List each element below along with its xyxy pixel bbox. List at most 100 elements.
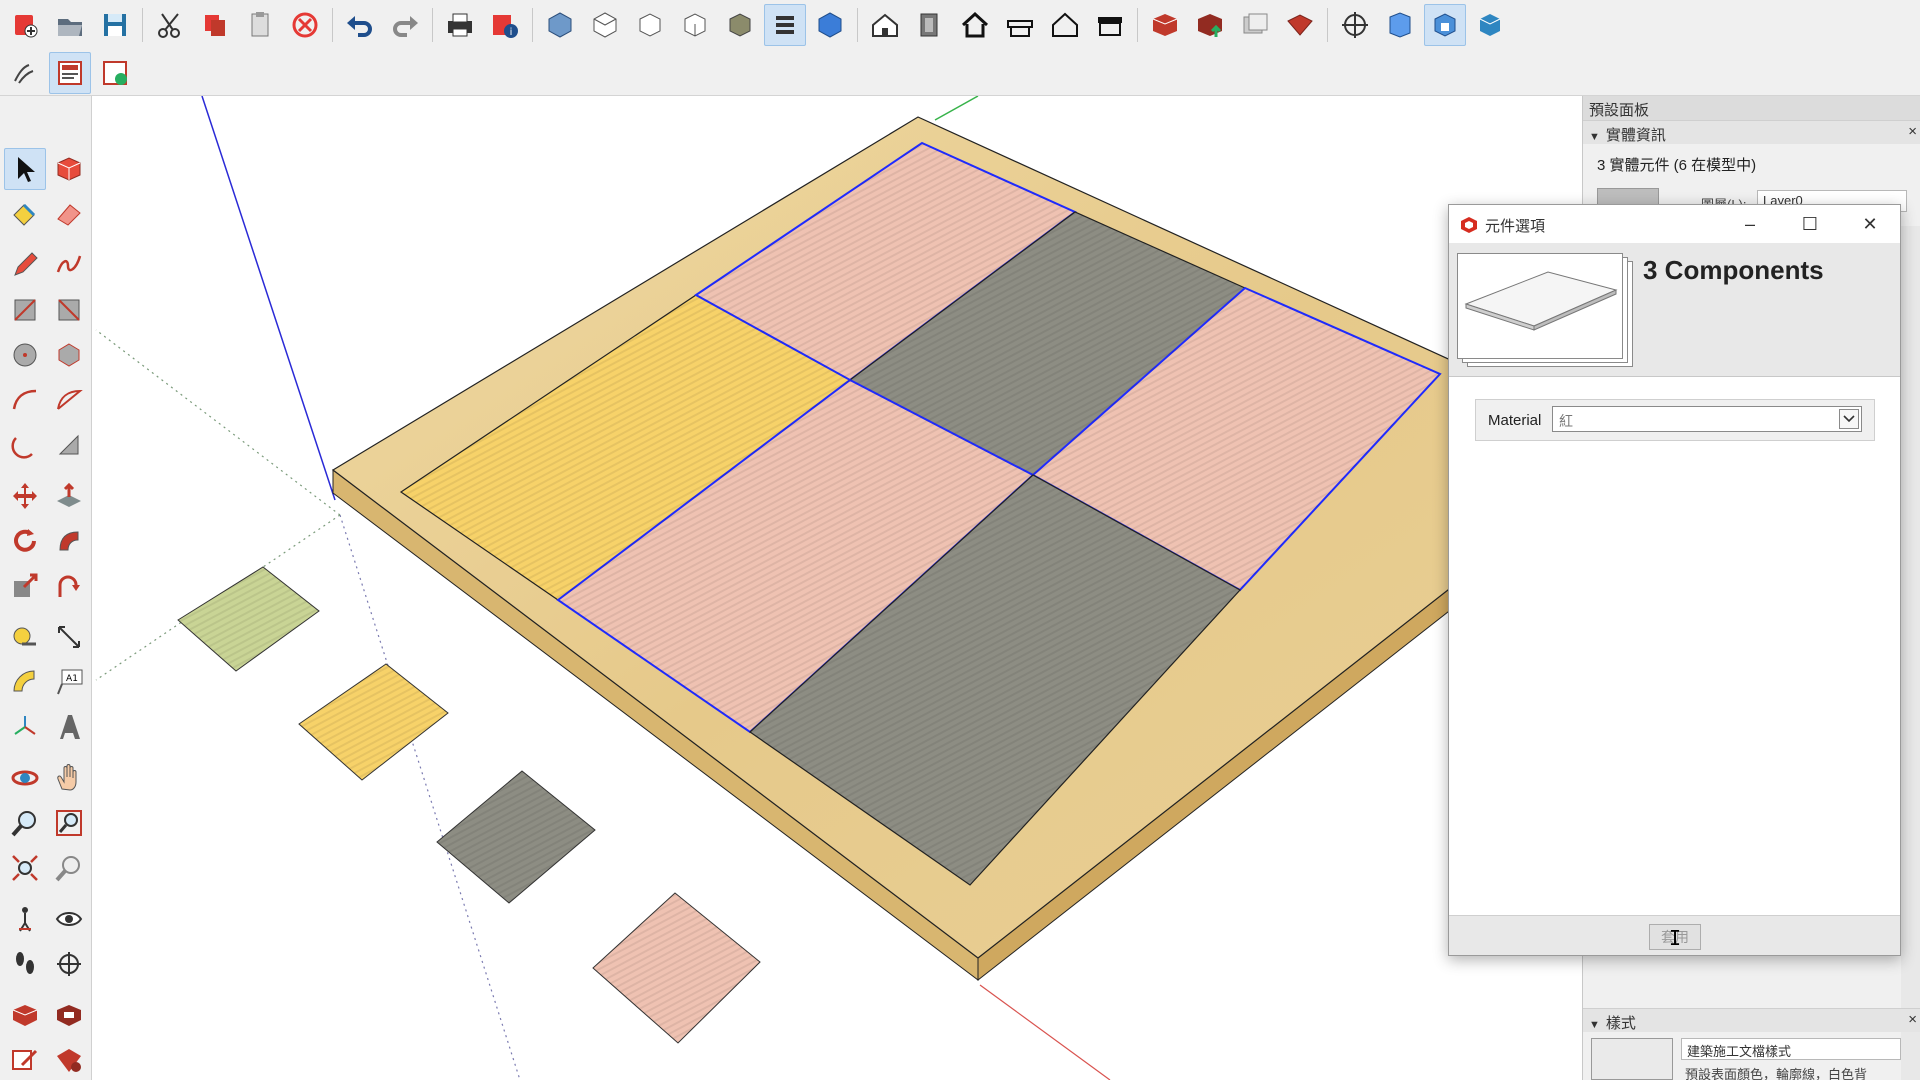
modeling-viewport[interactable]	[92, 96, 1582, 1080]
paste-button[interactable]	[239, 4, 281, 46]
minimize-button[interactable]: –	[1720, 205, 1780, 243]
sandbox-button[interactable]	[4, 52, 46, 94]
move-tool[interactable]	[4, 475, 46, 517]
bottom-view-button[interactable]	[809, 4, 851, 46]
protractor-tool[interactable]	[4, 661, 46, 703]
model-info-button[interactable]: i	[484, 4, 526, 46]
xray-button[interactable]	[864, 4, 906, 46]
cut-button[interactable]	[149, 4, 191, 46]
erase-button[interactable]	[284, 4, 326, 46]
select-tool[interactable]	[4, 148, 46, 190]
pencil-tool[interactable]	[4, 244, 46, 286]
front-view-button[interactable]	[629, 4, 671, 46]
dialog-footer: 套用 I	[1449, 915, 1900, 955]
three-point-arc-tool[interactable]	[48, 424, 90, 466]
chevron-down-icon[interactable]	[1839, 409, 1859, 429]
rectangle-tool[interactable]	[4, 289, 46, 331]
pie-tool[interactable]	[4, 424, 46, 466]
close-icon[interactable]: ×	[1908, 123, 1917, 140]
look-around-tool[interactable]	[48, 898, 90, 940]
upload-button[interactable]	[1189, 4, 1231, 46]
freehand-tool[interactable]	[48, 244, 90, 286]
maximize-button[interactable]: ☐	[1780, 205, 1840, 243]
extension-warehouse-button[interactable]	[1144, 4, 1186, 46]
component-attributes-icon	[103, 61, 127, 85]
large-tool-set: A1	[0, 96, 92, 1080]
zoom-extents-icon	[12, 855, 38, 881]
warehouse-left-tool[interactable]	[4, 994, 46, 1036]
paint-bucket-tool[interactable]	[4, 193, 46, 235]
share-button[interactable]	[1234, 4, 1276, 46]
push-pull-tool[interactable]	[48, 475, 90, 517]
solid-box-button[interactable]	[1469, 4, 1511, 46]
ruby-button[interactable]	[1279, 4, 1321, 46]
rotated-rectangle-tool[interactable]	[48, 289, 90, 331]
solid-box-icon	[1479, 14, 1501, 36]
print-button[interactable]	[439, 4, 481, 46]
ruby-left-tool[interactable]	[48, 1039, 90, 1080]
new-model-button[interactable]	[4, 4, 46, 46]
back-view-button[interactable]	[719, 4, 761, 46]
zoom-tool[interactable]	[4, 802, 46, 844]
warehouse-button[interactable]	[909, 4, 951, 46]
arc-tool[interactable]	[4, 379, 46, 421]
save-button[interactable]	[94, 4, 136, 46]
section-plane-icon	[1342, 12, 1368, 38]
styles-header[interactable]: ▼ 樣式 ×	[1583, 1008, 1920, 1032]
tape-measure-tool[interactable]	[4, 616, 46, 658]
walk-tool[interactable]	[4, 943, 46, 985]
section-display-button[interactable]	[1424, 4, 1466, 46]
rotate-tool[interactable]	[4, 520, 46, 562]
dimension-tool[interactable]	[48, 616, 90, 658]
close-icon[interactable]: ×	[1908, 1011, 1917, 1028]
polygon-tool[interactable]	[48, 334, 90, 376]
section-display-icon	[1434, 13, 1456, 37]
left-view-button[interactable]	[764, 4, 806, 46]
component-options-button[interactable]	[49, 52, 91, 94]
zoom-extents-tool[interactable]	[4, 847, 46, 889]
dialog-titlebar[interactable]: 元件選項 – ☐ ✕	[1449, 205, 1900, 243]
open-icon	[58, 19, 82, 36]
polygon-icon	[58, 343, 80, 367]
section-plane-button[interactable]	[1334, 4, 1376, 46]
eraser-tool[interactable]	[48, 193, 90, 235]
zoom-window-tool[interactable]	[48, 802, 90, 844]
iso-view-button[interactable]	[539, 4, 581, 46]
pan-tool[interactable]	[48, 757, 90, 799]
tatami-mats[interactable]	[399, 141, 1442, 886]
right-view-button[interactable]	[674, 4, 716, 46]
close-button[interactable]: ✕	[1840, 205, 1900, 243]
send-to-layout-tool[interactable]	[4, 1039, 46, 1080]
3d-text-tool[interactable]	[48, 706, 90, 748]
circle-tool[interactable]	[4, 334, 46, 376]
style-name-field[interactable]: 建築施工文檔樣式	[1681, 1038, 1901, 1060]
two-point-arc-tool[interactable]	[48, 379, 90, 421]
axes-tool[interactable]	[4, 706, 46, 748]
extension-left-tool[interactable]	[48, 994, 90, 1036]
follow-me-tool[interactable]	[48, 520, 90, 562]
undo-button[interactable]	[339, 4, 381, 46]
copy-button[interactable]	[194, 4, 236, 46]
open-button[interactable]	[49, 4, 91, 46]
text-tool[interactable]: A1	[48, 661, 90, 703]
orbit-tool[interactable]	[4, 757, 46, 799]
section-cut-button[interactable]	[1379, 4, 1421, 46]
style-thumbnail[interactable]	[1591, 1038, 1673, 1080]
house-outline-button[interactable]	[1044, 4, 1086, 46]
offset-tool[interactable]	[48, 565, 90, 607]
material-dropdown[interactable]: 紅	[1552, 406, 1862, 432]
section-plane-tool[interactable]	[48, 943, 90, 985]
scale-tool[interactable]	[4, 565, 46, 607]
previous-view-tool[interactable]	[48, 847, 90, 889]
make-component-tool[interactable]	[48, 148, 90, 190]
redo-button[interactable]	[384, 4, 426, 46]
scene-canvas[interactable]	[92, 96, 1582, 1080]
top-view-button[interactable]	[584, 4, 626, 46]
component-attributes-button[interactable]	[94, 52, 136, 94]
position-camera-tool[interactable]	[4, 898, 46, 940]
redo-icon	[393, 16, 418, 37]
house-button[interactable]	[954, 4, 996, 46]
garage-button[interactable]	[1089, 4, 1131, 46]
entity-info-header[interactable]: ▼ 實體資訊 ×	[1583, 120, 1920, 144]
roof-button[interactable]	[999, 4, 1041, 46]
